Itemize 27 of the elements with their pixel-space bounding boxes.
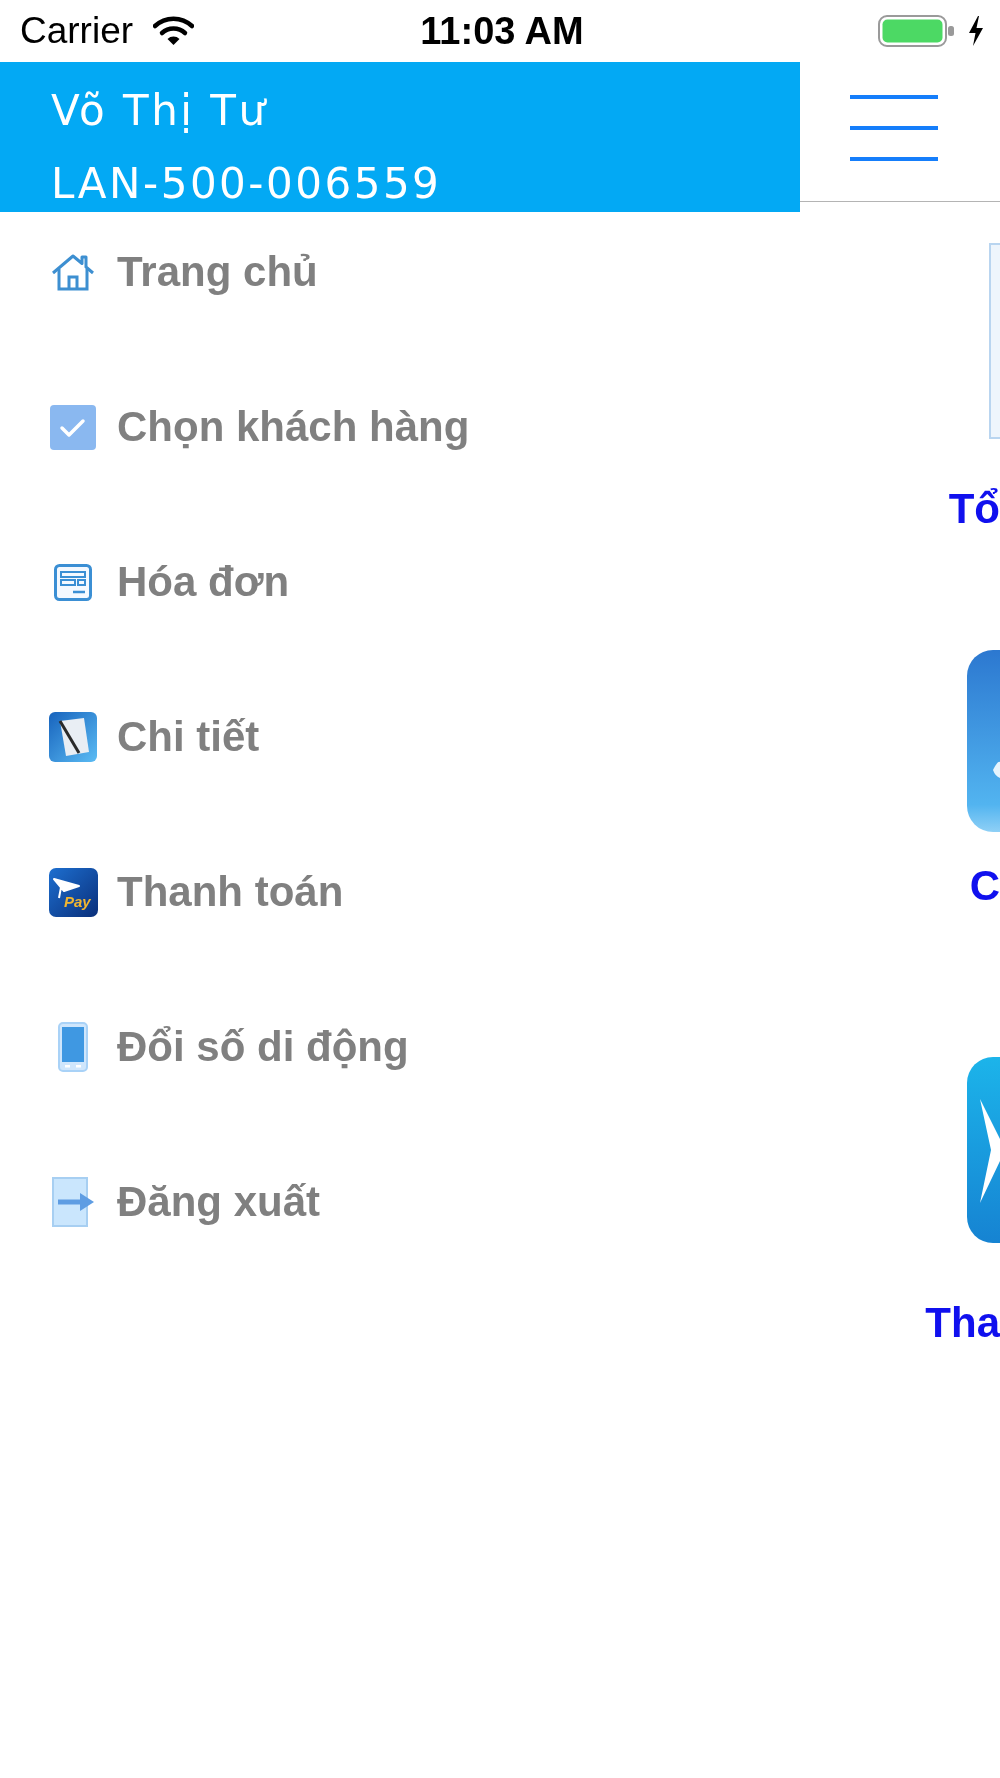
logout-icon [52, 1177, 94, 1227]
app-tile-icon[interactable] [967, 1057, 1000, 1243]
tile-caption: Tha [925, 1299, 1000, 1347]
battery-icon [878, 15, 955, 47]
menu-item[interactable]: Hóa đơn [48, 557, 290, 607]
document-icon [54, 563, 92, 601]
wifi-icon [153, 16, 195, 46]
menu-item[interactable]: Pay Thanh toán [48, 867, 344, 917]
tile-caption: C [969, 862, 1000, 910]
pay-logo-icon: Pay [48, 867, 98, 917]
menu-icon [850, 95, 938, 161]
charging-bolt-icon [968, 16, 984, 46]
menu-item[interactable]: Trang chủ [48, 247, 318, 297]
menu-item[interactable]: Đổi số di động [48, 1022, 409, 1072]
carrier-name: Carrier [20, 9, 134, 53]
check-square-icon [50, 404, 96, 450]
account-number: LAN-500-006559 [51, 158, 442, 210]
home-icon [51, 253, 95, 291]
clock-time: 11:03 AM [420, 9, 584, 53]
menu-item[interactable]: Đăng xuất [48, 1177, 321, 1227]
menu-item[interactable]: Chi tiết [48, 712, 260, 762]
menu-item[interactable]: Chọn khách hàng [48, 402, 470, 452]
customer-name: Võ Thị Tư [51, 85, 268, 137]
tile-caption: Tổ [948, 485, 1000, 533]
app-tile-icon[interactable] [967, 650, 1000, 832]
phone-icon [58, 1022, 88, 1072]
paper-pen-icon [49, 712, 97, 762]
